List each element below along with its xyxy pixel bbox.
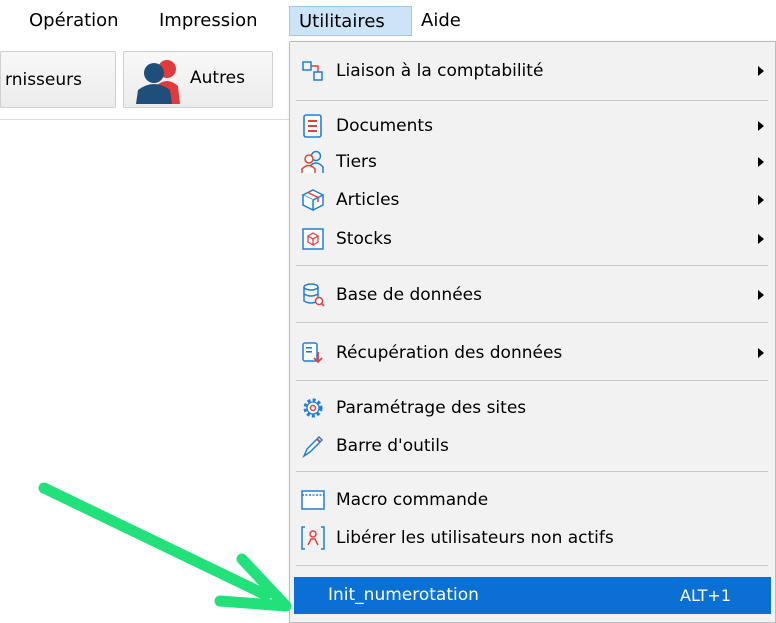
- menu-item-init-numerotation[interactable]: Init_numerotation ALT+1: [294, 577, 771, 614]
- toolbar-divider: [0, 119, 292, 120]
- menu-item-label: Documents: [336, 116, 433, 136]
- menu-item-recuperation-donnees[interactable]: Récupération des données: [292, 335, 772, 371]
- menu-separator: [296, 471, 768, 472]
- gear-icon: [303, 398, 323, 418]
- menu-bar: Opération Impression Utilitaires Aide: [0, 0, 776, 41]
- menu-item-label: Barre d'outils: [336, 436, 449, 456]
- menu-separator: [296, 565, 768, 566]
- menu-item-label: Stocks: [336, 229, 392, 249]
- user-release-icon: [301, 526, 325, 550]
- menu-item-macro-commande[interactable]: Macro commande: [292, 482, 772, 518]
- menu-separator: [296, 265, 768, 266]
- menu-aide[interactable]: Aide: [412, 6, 470, 36]
- fournisseurs-label: rnisseurs: [5, 69, 82, 90]
- box-icon: [301, 189, 325, 212]
- window-icon: [301, 490, 325, 510]
- menu-item-barre-outils[interactable]: Barre d'outils: [292, 428, 772, 464]
- menu-item-liaison-comptabilite[interactable]: Liaison à la comptabilité: [292, 53, 772, 89]
- menu-item-label: Liaison à la comptabilité: [336, 61, 544, 81]
- menu-item-base-donnees[interactable]: Base de données: [292, 277, 772, 313]
- menu-item-label: Macro commande: [336, 490, 489, 510]
- pen-icon: [302, 435, 324, 459]
- menu-item-label: Récupération des données: [336, 343, 563, 363]
- menu-operation[interactable]: Opération: [20, 6, 128, 36]
- menu-item-label: Articles: [336, 190, 400, 210]
- submenu-arrow-icon: [758, 157, 764, 167]
- menu-item-label: Base de données: [336, 285, 482, 305]
- stock-box-icon: [302, 228, 324, 250]
- fournisseurs-button[interactable]: rnisseurs: [0, 51, 116, 108]
- utilitaires-dropdown: Liaison à la comptabilité Documents Tier…: [289, 41, 776, 623]
- link-accounting-icon: [302, 61, 323, 81]
- menu-item-parametrage-sites[interactable]: Paramétrage des sites: [292, 390, 772, 426]
- menu-item-articles[interactable]: Articles: [292, 182, 772, 218]
- submenu-arrow-icon: [758, 195, 764, 205]
- menu-item-label: Tiers: [336, 152, 377, 172]
- submenu-arrow-icon: [758, 66, 764, 76]
- menu-item-stocks[interactable]: Stocks: [292, 221, 772, 257]
- people-icon: [301, 150, 324, 173]
- menu-item-liberer-utilisateurs[interactable]: Libérer les utilisateurs non actifs: [292, 520, 772, 556]
- menu-item-label: Libérer les utilisateurs non actifs: [336, 528, 614, 548]
- menu-separator: [296, 100, 768, 101]
- menu-utilitaires[interactable]: Utilitaires: [289, 6, 412, 36]
- users-group-icon: [136, 60, 180, 104]
- menu-item-label: Init_numerotation: [328, 585, 479, 605]
- menu-item-documents[interactable]: Documents: [292, 108, 772, 144]
- submenu-arrow-icon: [758, 234, 764, 244]
- shortcut-label: ALT+1: [680, 585, 732, 605]
- autres-label: Autres: [190, 68, 246, 88]
- submenu-arrow-icon: [758, 348, 764, 358]
- data-recovery-icon: [302, 342, 323, 364]
- submenu-arrow-icon: [758, 121, 764, 131]
- menu-separator: [296, 380, 768, 381]
- menu-separator: [296, 322, 768, 323]
- autres-button[interactable]: Autres: [123, 51, 273, 108]
- menu-item-label: Paramétrage des sites: [336, 398, 527, 418]
- submenu-arrow-icon: [758, 290, 764, 300]
- database-icon: [303, 283, 325, 307]
- menu-item-tiers[interactable]: Tiers: [292, 144, 772, 180]
- menu-impression[interactable]: Impression: [150, 6, 267, 36]
- annotation-arrow-icon: [38, 482, 292, 612]
- document-icon: [303, 114, 322, 138]
